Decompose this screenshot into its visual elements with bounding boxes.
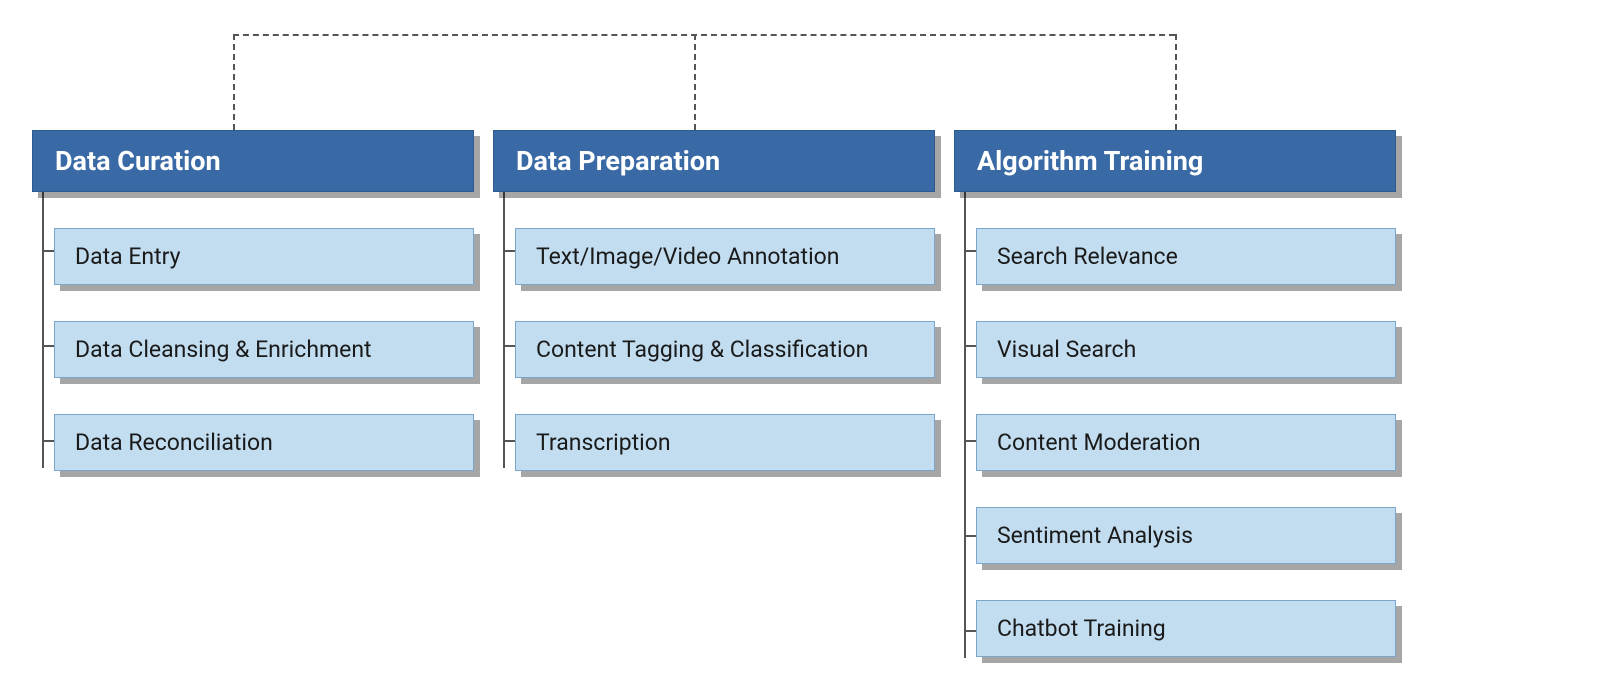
item-label: Sentiment Analysis [997, 522, 1193, 549]
item-label: Visual Search [997, 336, 1136, 363]
item-label: Data Entry [75, 243, 181, 270]
header-data-curation: Data Curation [32, 130, 474, 192]
header-label: Data Preparation [516, 145, 720, 177]
tree-branch [964, 250, 976, 252]
item-box: Search Relevance [976, 228, 1396, 285]
item-box: Sentiment Analysis [976, 507, 1396, 564]
tree-trunk-1 [42, 190, 44, 470]
drop-line-2 [694, 34, 696, 130]
drop-line-1 [233, 34, 235, 130]
item-box: Text/Image/Video Annotation [515, 228, 935, 285]
item-label: Chatbot Training [997, 615, 1166, 642]
item-box: Data Cleansing & Enrichment [54, 321, 474, 378]
item-box: Content Moderation [976, 414, 1396, 471]
column-algorithm-training: Algorithm Training Search Relevance Visu… [954, 130, 1396, 657]
item-box: Data Entry [54, 228, 474, 285]
item-label: Data Cleansing & Enrichment [75, 336, 372, 363]
tree-branch [42, 250, 54, 252]
item-box: Chatbot Training [976, 600, 1396, 657]
tree-branch [964, 535, 976, 537]
item-label: Text/Image/Video Annotation [536, 243, 840, 270]
hierarchy-diagram: Data Curation Data Entry Data Cleansing … [0, 0, 1600, 691]
item-box: Content Tagging & Classification [515, 321, 935, 378]
tree-branch [964, 440, 976, 442]
header-label: Data Curation [55, 145, 221, 177]
tree-branch [42, 345, 54, 347]
item-label: Search Relevance [997, 243, 1178, 270]
item-label: Content Moderation [997, 429, 1201, 456]
item-label: Data Reconciliation [75, 429, 273, 456]
tree-branch [503, 345, 515, 347]
tree-trunk-3 [964, 190, 966, 660]
tree-branch [964, 630, 976, 632]
item-box: Transcription [515, 414, 935, 471]
top-dashed-line [233, 34, 1175, 36]
column-data-curation: Data Curation Data Entry Data Cleansing … [32, 130, 474, 471]
item-box: Data Reconciliation [54, 414, 474, 471]
header-algorithm-training: Algorithm Training [954, 130, 1396, 192]
item-label: Transcription [536, 429, 671, 456]
header-data-preparation: Data Preparation [493, 130, 935, 192]
tree-trunk-2 [503, 190, 505, 470]
column-data-preparation: Data Preparation Text/Image/Video Annota… [493, 130, 935, 471]
header-label: Algorithm Training [977, 145, 1203, 177]
drop-line-3 [1175, 34, 1177, 130]
tree-branch [964, 345, 976, 347]
item-label: Content Tagging & Classification [536, 336, 868, 363]
tree-branch [42, 440, 54, 442]
item-box: Visual Search [976, 321, 1396, 378]
tree-branch [503, 440, 515, 442]
tree-branch [503, 250, 515, 252]
